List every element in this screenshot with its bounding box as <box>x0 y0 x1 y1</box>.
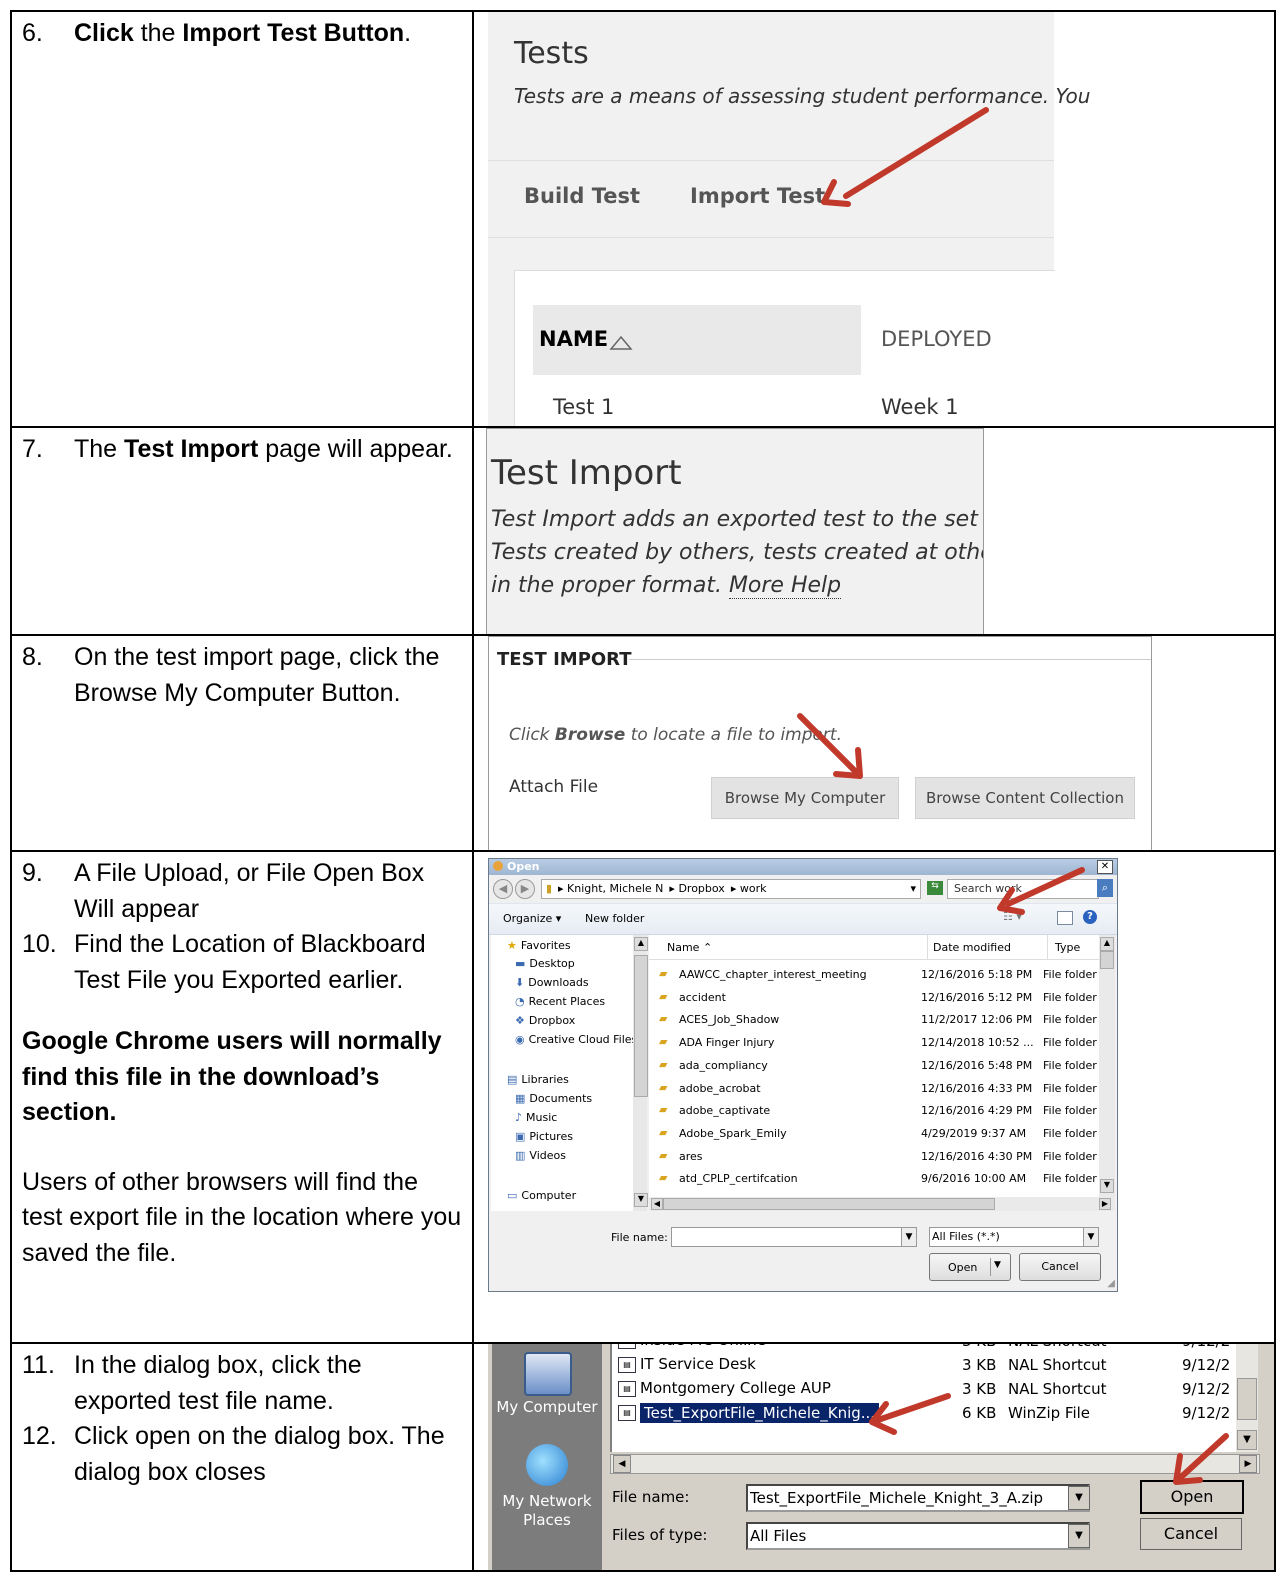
description-line: in the proper format. More Help <box>491 573 842 599</box>
screenshot-cell: TEST IMPORT Click Browse to locate a fil… <box>472 634 1276 852</box>
step-item: 10. Find the Location of Blackboard Test … <box>22 927 464 998</box>
table-row: 6. Click the Import Test Button. Tests Te… <box>10 10 1276 428</box>
step-text: Find the Location of Blackboard Test Fil… <box>74 930 426 994</box>
table-row: 8. On the test import page, click the Bro… <box>10 634 1276 852</box>
step-number: 7. <box>22 435 43 463</box>
step-cell: 7. The Test Import page will appear. <box>10 426 474 636</box>
table-row: 7. The Test Import page will appear. Test… <box>10 426 1276 636</box>
test-import-header: Test Import Test Import adds an exported… <box>486 429 984 633</box>
step-list: 6. Click the Import Test Button. <box>13 13 471 52</box>
test-import-title: Test Import <box>491 453 682 493</box>
step-item: 11. In the dialog box, click the exported… <box>22 1348 464 1419</box>
step-text: page will appear. <box>258 435 453 463</box>
arrow-icon <box>869 1393 1229 1485</box>
step-list: 11. In the dialog box, click the exported… <box>13 1345 471 1490</box>
description-line: Test Import adds an exported test to the… <box>491 507 984 532</box>
screenshot-cell: Open ✕ ◀ ▶ ▮ ▸ Knight, Michele N ▸ Dropbo… <box>472 850 1276 1344</box>
step-text: Import Test Button <box>182 19 405 47</box>
screenshot-cell: My Computer My Network Places ▤Inside MC… <box>472 1342 1276 1572</box>
description-text: in the proper format. <box>491 573 729 598</box>
step-item: 9. A File Upload, or File Open Box Will a… <box>22 856 464 927</box>
step-cell: 11. In the dialog box, click the exported… <box>10 1342 474 1572</box>
step-list: 7. The Test Import page will appear. <box>13 429 471 468</box>
screenshot-cell: Tests Tests are a means of assessing stu… <box>472 10 1276 428</box>
step-list: 8. On the test import page, click the Bro… <box>13 637 471 711</box>
step-text: The <box>74 435 125 463</box>
step-text: In the dialog box, click the exported te… <box>74 1351 362 1415</box>
screenshot-cell: Test Import Test Import adds an exported… <box>472 426 1276 636</box>
step-number: 8. <box>22 643 43 671</box>
instruction-table: 6. Click the Import Test Button. Tests Te… <box>10 10 1276 1572</box>
step-cell: 8. On the test import page, click the Bro… <box>10 634 474 852</box>
step-text: A File Upload, or File Open Box Will app… <box>74 859 425 923</box>
step-text: Test Import <box>124 435 259 463</box>
step-text: Click <box>74 19 134 47</box>
step-text: the <box>133 19 183 47</box>
step-text: On the test import page, click the Brows… <box>74 643 440 707</box>
step-item: 7. The Test Import page will appear. <box>22 432 464 468</box>
step-number: 10. <box>22 930 57 958</box>
step-number: 11. <box>22 1351 55 1379</box>
step-item: 8. On the test import page, click the Bro… <box>22 640 464 711</box>
step-text: . <box>404 19 412 47</box>
arrow-icon <box>797 713 863 779</box>
more-help-link[interactable]: More Help <box>728 573 842 599</box>
other-browsers-note: Users of other browsers will find the te… <box>22 1167 462 1267</box>
arrow-icon <box>997 867 1085 915</box>
step-number: 6. <box>22 19 43 47</box>
description-line: Tests created by others, tests created a… <box>491 540 984 565</box>
step-item: 6. Click the Import Test Button. <box>22 16 464 52</box>
step-cell: 6. Click the Import Test Button. <box>10 10 474 428</box>
step-cell: 9. A File Upload, or File Open Box Will a… <box>10 850 474 1344</box>
step-list: 9. A File Upload, or File Open Box Will a… <box>13 853 471 998</box>
step-number: 9. <box>22 859 43 887</box>
step-number: 12. <box>22 1422 57 1450</box>
arrow-icon <box>821 107 989 207</box>
chrome-note: Google Chrome users will normally find t… <box>22 1027 442 1126</box>
step-item: 12. Click open on the dialog box. The dia… <box>22 1419 464 1490</box>
table-row: 9. A File Upload, or File Open Box Will a… <box>10 850 1276 1344</box>
step-text: Click open on the dialog box. The dialog… <box>74 1422 445 1486</box>
table-row: 11. In the dialog box, click the exported… <box>10 1342 1276 1572</box>
